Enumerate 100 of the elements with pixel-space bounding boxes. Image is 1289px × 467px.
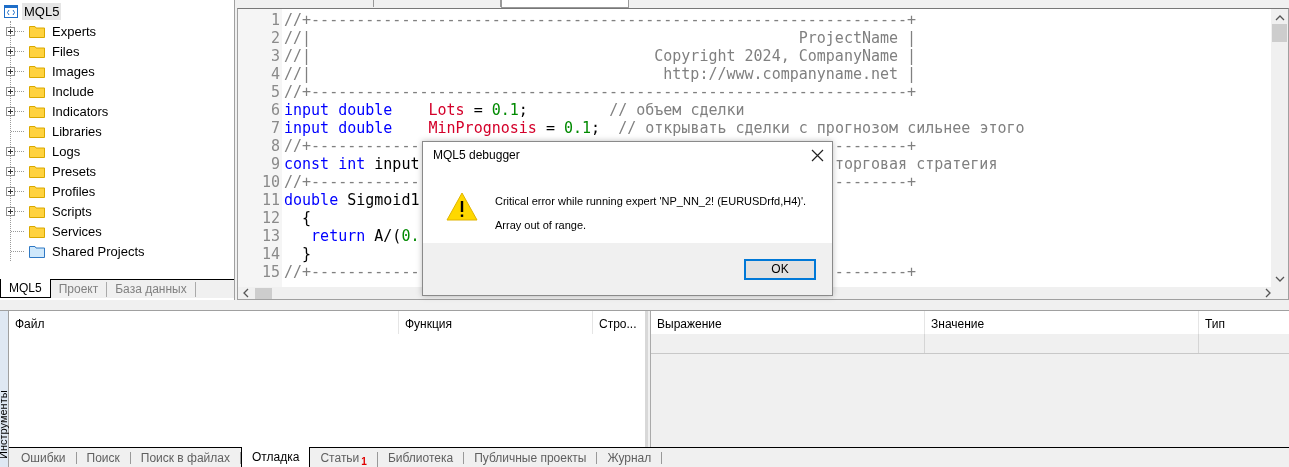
- code-line: торговая стратегия: [834, 155, 998, 173]
- scrollbar-thumb[interactable]: [1272, 24, 1287, 42]
- folder-icon: [29, 164, 45, 178]
- error-message: Critical error while running expert 'NP_NN_2! (EURUSDrfd,H4)'.: [495, 195, 807, 207]
- line-number: 3: [270, 47, 280, 65]
- tree-item[interactable]: Scripts: [49, 203, 92, 219]
- tree-item[interactable]: Profiles: [49, 183, 96, 199]
- code-line: //|: [284, 65, 312, 83]
- folder-icon: [29, 84, 45, 98]
- code-file-icon: [4, 4, 18, 18]
- line-number: 1: [270, 11, 280, 29]
- folder-icon: [29, 244, 45, 258]
- panel-tab[interactable]: Библиотека: [377, 452, 465, 464]
- code-line: double Sigmoid1: [284, 191, 420, 209]
- tree-item[interactable]: Services: [49, 223, 102, 239]
- folder-icon: [29, 44, 45, 58]
- line-number: 6: [270, 101, 280, 119]
- code-line: ProjectName |: [798, 29, 917, 47]
- expand-icon[interactable]: [6, 166, 15, 176]
- tree-item[interactable]: Experts: [49, 23, 97, 39]
- panel-tab[interactable]: Проект: [50, 282, 108, 297]
- column-header[interactable]: Выражение: [651, 311, 925, 334]
- tree-item[interactable]: Presets: [49, 163, 97, 179]
- code-line: --------+: [834, 263, 917, 281]
- code-line: //+------------: [284, 137, 420, 155]
- expand-icon[interactable]: [6, 146, 15, 156]
- panel-tab[interactable]: Журнал: [597, 452, 663, 464]
- code-line: //+------------: [284, 263, 420, 281]
- ok-button[interactable]: OK: [744, 258, 816, 280]
- code-line: //+------------: [284, 173, 420, 191]
- expand-icon[interactable]: [6, 206, 15, 216]
- folder-icon: [29, 184, 45, 198]
- expand-icon[interactable]: [6, 26, 15, 36]
- tree-item[interactable]: Files: [49, 43, 80, 59]
- column-header[interactable]: Значение: [925, 311, 1199, 334]
- tree-item[interactable]: Libraries: [49, 123, 102, 139]
- code-line: {: [301, 209, 312, 227]
- code-line: }: [301, 245, 312, 263]
- tree-item[interactable]: Shared Projects: [49, 243, 145, 259]
- dialog-title: MQL5 debugger: [433, 148, 520, 162]
- scroll-up-icon[interactable]: [1274, 14, 1285, 21]
- line-number: 4: [270, 65, 280, 83]
- line-number: 2: [270, 29, 280, 47]
- panel-tab[interactable]: Статьи $_{1}$: [310, 452, 378, 467]
- editor-tab[interactable]: [501, 0, 629, 8]
- expand-icon[interactable]: [6, 66, 15, 76]
- column-header[interactable]: Файл: [9, 311, 399, 334]
- folder-icon: [29, 204, 45, 218]
- scroll-down-icon[interactable]: [1274, 276, 1285, 283]
- panel-tab[interactable]: Поиск: [76, 452, 131, 464]
- folder-icon: [29, 64, 45, 78]
- line-number: 14: [261, 245, 280, 263]
- code-line: //+------------------------------------------------------------------+: [284, 83, 917, 101]
- warning-icon: [446, 192, 478, 221]
- column-header[interactable]: Функция: [399, 311, 593, 334]
- line-number: 11: [261, 191, 280, 209]
- scrollbar-thumb[interactable]: [255, 287, 272, 299]
- folder-icon: [29, 144, 45, 158]
- code-line: --------+: [834, 137, 917, 155]
- column-header[interactable]: Тип: [1199, 311, 1289, 334]
- line-number: 7: [270, 119, 280, 137]
- panel-tab[interactable]: База данных: [107, 282, 196, 297]
- tree-item[interactable]: Indicators: [49, 103, 109, 119]
- folder-icon: [29, 124, 45, 138]
- code-line: input double Lots = 0.1; // объем сделки: [284, 101, 745, 119]
- folder-icon: [29, 24, 45, 38]
- folder-icon: [29, 224, 45, 238]
- code-line: --------+: [834, 173, 917, 191]
- panel-tab[interactable]: Ошибки: [11, 452, 77, 464]
- expand-icon[interactable]: [6, 106, 15, 116]
- folder-icon: [29, 104, 45, 118]
- code-line: http://www.companyname.net |: [663, 65, 917, 83]
- panel-tab[interactable]: Публичные проекты: [464, 452, 598, 464]
- scroll-left-icon[interactable]: [242, 288, 249, 298]
- line-number: 12: [261, 209, 280, 227]
- code-line: //+------------------------------------------------------------------+: [284, 11, 917, 29]
- error-detail: Array out of range.: [495, 219, 588, 231]
- line-number: 5: [270, 83, 280, 101]
- line-number: 13: [261, 227, 280, 245]
- tree-item[interactable]: Logs: [49, 143, 81, 159]
- code-line: return A/(0.: [310, 227, 420, 245]
- line-number: 10: [261, 173, 280, 191]
- code-line: //|: [284, 47, 312, 65]
- expand-icon[interactable]: [6, 86, 15, 96]
- panel-tab[interactable]: Отладка: [241, 447, 311, 467]
- expand-icon[interactable]: [6, 46, 15, 56]
- scroll-right-icon[interactable]: [1265, 288, 1272, 298]
- tree-item[interactable]: Images: [49, 63, 95, 79]
- line-number: 8: [270, 137, 280, 155]
- close-icon[interactable]: [811, 148, 824, 162]
- code-line: const int input: [284, 155, 420, 173]
- panel-tab[interactable]: MQL5: [0, 279, 51, 298]
- tree-item[interactable]: MQL5: [22, 2, 62, 20]
- line-number: 15: [261, 263, 280, 281]
- expand-icon[interactable]: [6, 186, 15, 196]
- code-line: //|: [284, 29, 312, 47]
- tree-item[interactable]: Include: [49, 83, 94, 99]
- column-header[interactable]: Стро...: [593, 311, 645, 334]
- code-line: input double MinPrognosis = 0.1; // открывать сделки с прогнозом сильнее этого: [284, 119, 1025, 137]
- code-line: Copyright 2024, CompanyName |: [654, 47, 917, 65]
